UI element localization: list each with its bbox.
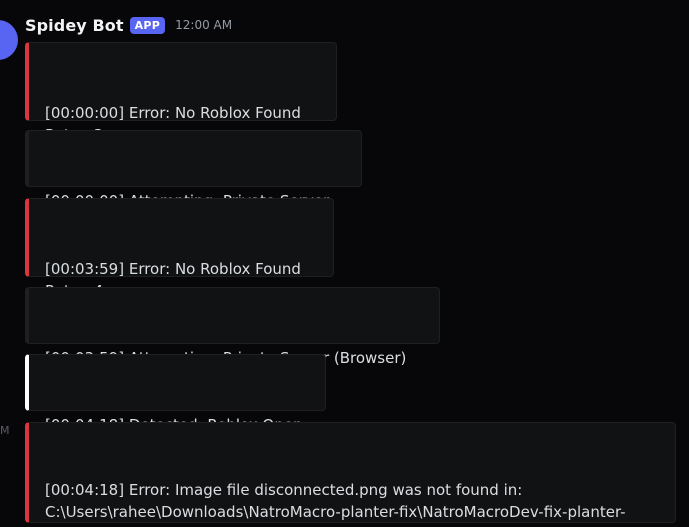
embed-detected-roblox-open: [00:04:18] Detected: Roblox Open [25,354,326,434]
embed-error-image-file-not-found: [00:04:18] Error: Image file disconnecte… [25,422,676,527]
embed-error-no-roblox-retry-4: [00:03:59] Error: No Roblox Found Retry:… [25,198,334,300]
discord-message-view: M Spidey Bot APP 12:00 AM [00:00:00] Err… [0,0,689,527]
embed-attempting-private-server: [00:00:00] Attempting: Private Server [25,130,362,210]
message-header: Spidey Bot APP 12:00 AM [25,13,232,37]
bot-avatar[interactable] [0,20,18,60]
embed-attempting-private-server-browser: [00:03:59] Attempting: Private Server (B… [25,287,440,367]
gutter-timestamp-fragment: M [0,424,10,437]
message-timestamp[interactable]: 12:00 AM [175,18,232,32]
app-badge: APP [129,16,166,34]
embed-text: [00:04:18] Error: Image file disconnecte… [45,481,626,527]
embed-error-no-roblox-retry-3: [00:00:00] Error: No Roblox Found Retry:… [25,42,337,144]
author-name[interactable]: Spidey Bot [25,16,124,35]
